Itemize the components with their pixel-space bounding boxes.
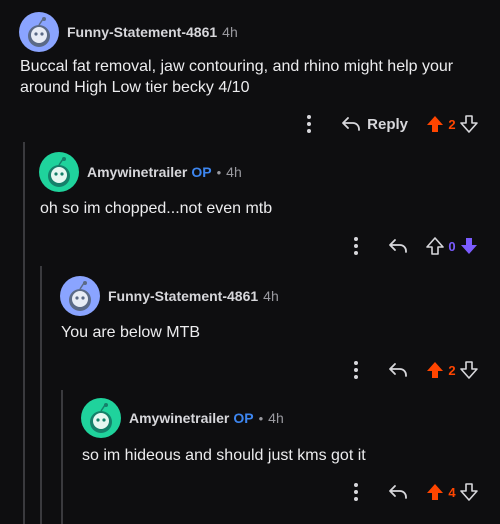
thread-line-level-1 bbox=[23, 142, 25, 524]
author-name[interactable]: Amywinetrailer bbox=[87, 164, 187, 180]
downvote-icon[interactable] bbox=[460, 237, 478, 255]
comment-header: Funny-Statement-4861 4h bbox=[60, 276, 279, 316]
op-badge: OP bbox=[191, 164, 212, 180]
upvote-icon[interactable] bbox=[426, 237, 444, 255]
comment-body: Buccal fat removal, jaw contouring, and … bbox=[20, 58, 454, 96]
downvote-icon[interactable] bbox=[460, 483, 478, 501]
snoo-blue-icon[interactable] bbox=[19, 12, 59, 52]
comment-header: Amywinetrailer OP • 4h bbox=[39, 152, 242, 192]
reply-button[interactable]: Reply bbox=[341, 116, 408, 133]
downvote-icon[interactable] bbox=[460, 361, 478, 379]
reply-button[interactable] bbox=[388, 238, 408, 254]
comment-actions: 0 bbox=[346, 234, 478, 258]
comment-age: 4h bbox=[222, 24, 238, 40]
reply-button[interactable] bbox=[388, 484, 408, 500]
author-name[interactable]: Funny-Statement-4861 bbox=[108, 288, 258, 304]
comment-actions: Reply 2 bbox=[299, 112, 478, 136]
thread-line-level-3 bbox=[61, 390, 63, 524]
comment-actions: 2 bbox=[346, 358, 478, 382]
author-name[interactable]: Amywinetrailer bbox=[129, 410, 229, 426]
vote-score: 0 bbox=[448, 238, 456, 254]
comment-age: 4h bbox=[226, 164, 242, 180]
comment-age: 4h bbox=[268, 410, 284, 426]
comment-body: You are below MTB bbox=[61, 324, 201, 341]
snoo-teal-icon[interactable] bbox=[39, 152, 79, 192]
thread-line-level-2 bbox=[40, 266, 42, 524]
reply-arrow-icon bbox=[388, 362, 408, 378]
op-badge: OP bbox=[233, 410, 254, 426]
snoo-blue-icon[interactable] bbox=[60, 276, 100, 316]
separator-dot: • bbox=[258, 410, 264, 426]
reply-button[interactable] bbox=[388, 362, 408, 378]
upvote-icon[interactable] bbox=[426, 115, 444, 133]
author-name[interactable]: Funny-Statement-4861 bbox=[67, 24, 217, 40]
comment-header: Funny-Statement-4861 4h bbox=[19, 12, 238, 52]
more-options-icon[interactable] bbox=[346, 483, 366, 501]
downvote-icon[interactable] bbox=[460, 115, 478, 133]
more-options-icon[interactable] bbox=[299, 115, 319, 133]
more-options-icon[interactable] bbox=[346, 237, 366, 255]
reply-arrow-icon bbox=[388, 484, 408, 500]
vote-score: 4 bbox=[448, 484, 456, 500]
comment-age: 4h bbox=[263, 288, 279, 304]
upvote-icon[interactable] bbox=[426, 483, 444, 501]
reply-label: Reply bbox=[367, 115, 408, 133]
separator-dot: • bbox=[216, 164, 222, 180]
reply-arrow-icon bbox=[341, 116, 361, 132]
comment-body: oh so im chopped...not even mtb bbox=[40, 200, 273, 217]
comment-actions: 4 bbox=[346, 480, 478, 504]
upvote-icon[interactable] bbox=[426, 361, 444, 379]
comment-header: Amywinetrailer OP • 4h bbox=[81, 398, 284, 438]
vote-score: 2 bbox=[448, 116, 456, 132]
vote-score: 2 bbox=[448, 362, 456, 378]
reply-arrow-icon bbox=[388, 238, 408, 254]
comment-body: so im hideous and should just kms got it bbox=[82, 447, 366, 464]
more-options-icon[interactable] bbox=[346, 361, 366, 379]
snoo-teal-icon[interactable] bbox=[81, 398, 121, 438]
